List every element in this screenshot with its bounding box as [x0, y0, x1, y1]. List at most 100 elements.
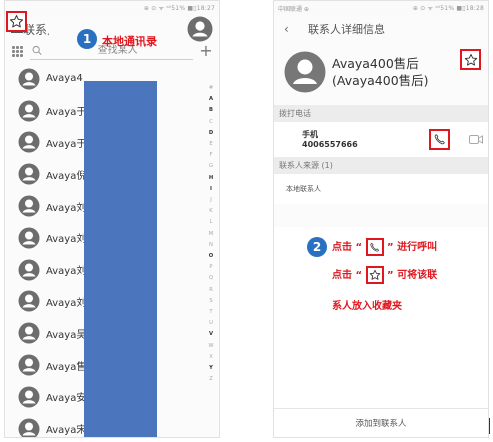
alphabet-letter[interactable]: Y [207, 363, 215, 374]
avatar-icon [18, 418, 40, 437]
alphabet-letter[interactable]: J [207, 195, 215, 206]
contact-name: Avaya售 [46, 361, 86, 373]
contact-name-primary: Avaya400售后 [332, 56, 419, 71]
alphabet-letter[interactable]: K [207, 206, 215, 217]
step-2-line-2-suffix: ” 可将该联 [387, 270, 438, 281]
contact-name: Avaya400售后 (Avaya400售后) [332, 55, 429, 89]
plus-icon[interactable]: + [199, 43, 213, 59]
step-2-badge: 2 [307, 237, 327, 257]
alphabet-letter[interactable]: F [207, 150, 215, 161]
alphabet-letter[interactable]: X [207, 352, 215, 363]
alphabet-letter[interactable]: B [207, 105, 215, 116]
alphabet-letter[interactable]: E [207, 139, 215, 150]
call-icon-reference [365, 238, 384, 256]
avatar-icon [18, 259, 40, 281]
step-1-badge: 1 [77, 29, 97, 49]
alphabet-letter[interactable]: M [207, 229, 215, 240]
alphabet-letter[interactable]: A [207, 94, 215, 105]
phone-call-icon [434, 134, 445, 145]
avatar-icon [18, 386, 40, 408]
contact-name: Avaya安 [46, 393, 86, 405]
step-1-label: 本地通讯录 [102, 35, 157, 48]
avatar-icon [18, 227, 40, 249]
contact-name: Avaya于 [46, 107, 86, 119]
divider [274, 408, 488, 409]
contact-name: Avaya刘 [46, 266, 86, 278]
phone-number: 4006557666 [302, 140, 358, 149]
phone-type-label: 手机 [302, 130, 318, 139]
alphabet-letter[interactable]: P [207, 262, 215, 273]
favorite-button[interactable] [460, 49, 481, 70]
edge-mark [489, 418, 490, 434]
alphabet-letter[interactable]: O [207, 251, 215, 262]
step-2-line-3: 系人放入收藏夹 [332, 301, 402, 312]
alphabet-letter[interactable]: D [207, 128, 215, 139]
avatar-icon[interactable] [187, 16, 213, 42]
section-source: 联系人来源 (1) [274, 157, 488, 174]
phone-call-icon [370, 242, 380, 252]
contact-name: Avaya宋 [46, 425, 86, 437]
star-icon [369, 269, 380, 280]
status-bar-right: ⊕ ⊙ ᯤ ᵃˡˡ51% ■▯18:28 [412, 5, 484, 12]
avatar-icon [18, 290, 40, 312]
contact-name-secondary: (Avaya400售后) [332, 73, 429, 88]
alphabet-letter[interactable]: G [207, 161, 215, 172]
alphabet-letter[interactable]: C [207, 117, 215, 128]
status-bar: ⊕ ⊙ ᯤ ᵃˡˡ51% ■▯18:27 [5, 1, 219, 15]
contact-name: Avaya刘 [46, 234, 86, 246]
page-title: 联系人详细信息 [308, 23, 385, 36]
alphabet-letter[interactable]: V [207, 329, 215, 340]
call-button[interactable] [429, 129, 450, 150]
step-2-line-1-suffix: ” 进行呼叫 [387, 242, 438, 253]
alphabet-letter[interactable]: S [207, 296, 215, 307]
avatar-icon [18, 163, 40, 185]
alphabet-letter[interactable]: # [207, 83, 215, 94]
phone-number-row[interactable]: 手机 4006557666 [274, 122, 488, 157]
back-chevron-icon[interactable]: ‹ [284, 22, 302, 36]
alphabet-letter[interactable]: U [207, 318, 215, 329]
contact-detail-screen: 中国联通 ⊕ ⊕ ⊙ ᯤ ᵃˡˡ51% ■▯18:28 ‹ 联系人详细信息 Av… [273, 0, 489, 438]
avatar-icon [18, 68, 40, 90]
contact-name: Avaya倪 [46, 170, 86, 182]
star-icon-reference [365, 266, 384, 284]
detail-header: ‹ 联系人详细信息 [274, 15, 488, 43]
contact-name: Avaya4 [46, 73, 83, 85]
avatar-icon [18, 354, 40, 376]
alphabet-letter[interactable]: Z [207, 374, 215, 385]
alphabet-letter[interactable]: N [207, 240, 215, 251]
add-contact-button[interactable]: 添加到联系人 [274, 417, 488, 429]
dialpad-icon[interactable] [11, 45, 24, 58]
step-2-line-2-prefix: 点击 “ [332, 270, 363, 281]
alphabet-index[interactable]: # A B C D E F G H I J K L M N O P Q R S T U V W X Y Z [207, 83, 215, 385]
avatar-icon [18, 195, 40, 217]
search-icon [32, 45, 42, 56]
source-value: 本地联系人 [274, 174, 488, 204]
alphabet-letter[interactable]: Q [207, 273, 215, 284]
alphabet-letter[interactable]: R [207, 285, 215, 296]
tutorial-screenshot: ⊕ ⊙ ᯤ ᵃˡˡ51% ■▯18:27 联系人 [0, 0, 493, 442]
alphabet-letter[interactable]: I [207, 184, 215, 195]
step-2-line-2: 点击 “ ” 可将该联 [332, 266, 437, 284]
video-call-icon[interactable] [469, 135, 483, 144]
avatar-icon [284, 51, 326, 93]
contacts-list-screen: ⊕ ⊙ ᯤ ᵃˡˡ51% ■▯18:27 联系人 [4, 0, 220, 438]
contact-name: Avaya吴 [46, 329, 86, 341]
section-dial: 拨打电话 [274, 105, 488, 122]
alphabet-letter[interactable]: H [207, 173, 215, 184]
contact-name: Avaya刘 [46, 202, 86, 214]
alphabet-letter[interactable]: L [207, 217, 215, 228]
favorites-star-highlight[interactable] [6, 11, 27, 32]
step-2-line-1: 点击 “ ” 进行呼叫 [332, 238, 437, 256]
contact-name: Avaya于 [46, 138, 86, 150]
source-label: 本地联系人 [286, 185, 321, 193]
alphabet-letter[interactable]: T [207, 307, 215, 318]
redaction-mask [84, 81, 157, 437]
avatar-icon [18, 131, 40, 153]
avatar-icon [18, 100, 40, 122]
contact-name: Avaya刘 [46, 297, 86, 309]
detail-body: 添加到联系人 [274, 227, 488, 437]
contact-profile: Avaya400售后 (Avaya400售后) [274, 43, 488, 105]
status-bar: 中国联通 ⊕ ⊕ ⊙ ᯤ ᵃˡˡ51% ■▯18:28 [274, 1, 488, 15]
star-icon [9, 15, 24, 28]
alphabet-letter[interactable]: W [207, 341, 215, 352]
